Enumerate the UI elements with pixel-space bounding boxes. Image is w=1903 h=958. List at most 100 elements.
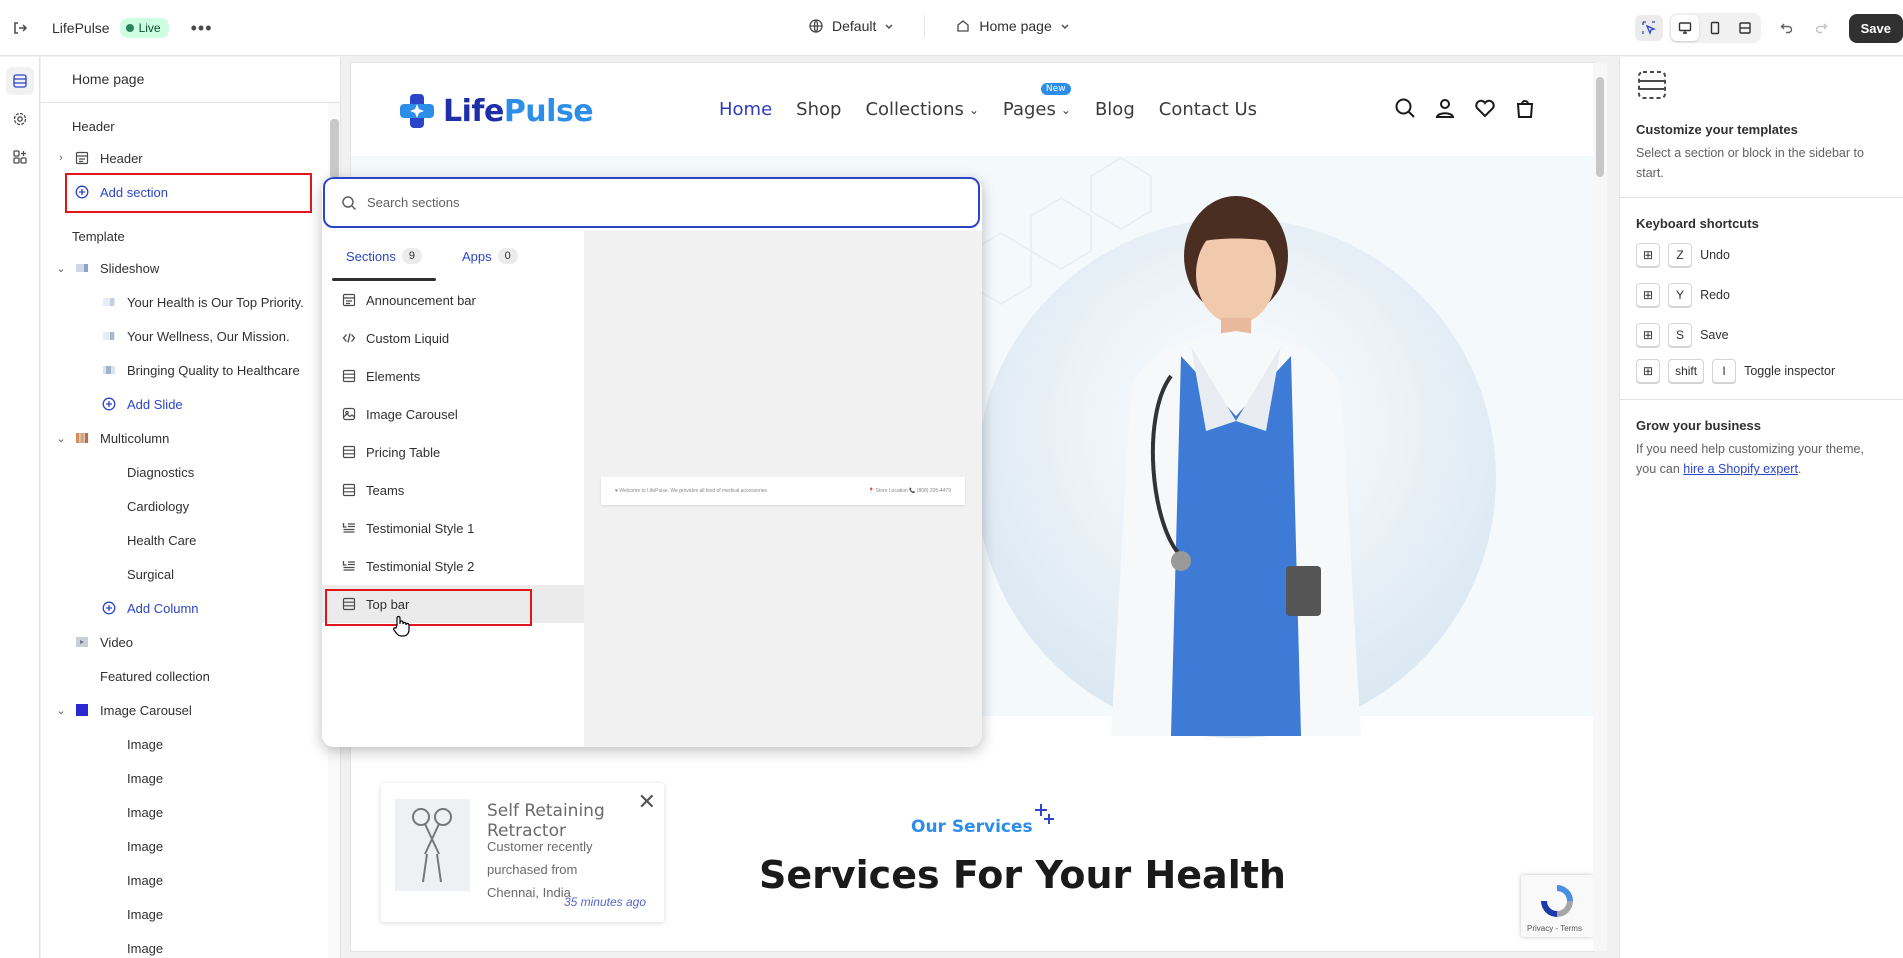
sidebar-item-column[interactable]: Health Care bbox=[41, 523, 340, 557]
command-key-icon: ⊞ bbox=[1636, 323, 1661, 347]
desktop-view-button[interactable] bbox=[1670, 15, 1699, 41]
site-nav: Home Shop Collections ⌄ Pages ⌄ New Blog Co… bbox=[719, 83, 1257, 120]
redo-button[interactable] bbox=[1807, 15, 1835, 41]
section-option-pricing-table[interactable]: Pricing Table bbox=[322, 433, 584, 471]
section-option-announcement-bar[interactable]: Announcement bar bbox=[322, 281, 584, 319]
slide-thumb-icon bbox=[101, 294, 117, 310]
site-logo[interactable]: LifePulse bbox=[397, 91, 594, 131]
sidebar-item-label: Video bbox=[100, 634, 134, 650]
recaptcha-text[interactable]: Privacy - Terms bbox=[1527, 924, 1582, 933]
nav-collections[interactable]: Collections ⌄ bbox=[865, 99, 978, 120]
header-group-label: Header bbox=[72, 118, 115, 134]
fullscreen-icon bbox=[1738, 22, 1751, 34]
sidebar-item-label: Health Care bbox=[127, 532, 197, 548]
chevron-down-icon bbox=[885, 24, 893, 29]
template-group-label: Template bbox=[72, 228, 125, 244]
nav-home[interactable]: Home bbox=[719, 99, 772, 120]
search-icon[interactable] bbox=[1394, 97, 1416, 119]
sidebar-item-multicolumn[interactable]: ⌄ Multicolumn bbox=[41, 421, 340, 455]
preview-scroll-thumb[interactable] bbox=[1596, 77, 1604, 177]
chevron-down-icon[interactable]: ⌄ bbox=[54, 432, 68, 445]
exit-icon[interactable] bbox=[6, 14, 34, 42]
purchase-time: 35 minutes ago bbox=[563, 895, 646, 909]
more-actions-button[interactable]: ••• bbox=[191, 18, 213, 39]
nav-pages[interactable]: Pages ⌄ New bbox=[1003, 83, 1071, 120]
chevron-right-icon[interactable]: › bbox=[54, 152, 68, 164]
section-option-custom-liquid[interactable]: Custom Liquid bbox=[322, 319, 584, 357]
hire-expert-link[interactable]: hire a Shopify expert bbox=[1683, 462, 1798, 476]
sidebar-item-image[interactable]: Image bbox=[41, 761, 340, 795]
tab-sections[interactable]: Sections 9 bbox=[332, 231, 436, 281]
add-column-button[interactable]: Add Column bbox=[41, 591, 340, 625]
sidebar-item-video[interactable]: Video bbox=[41, 625, 340, 659]
apps-rail-button[interactable] bbox=[6, 143, 34, 171]
popover-tabs: Sections 9 Apps 0 bbox=[322, 231, 584, 281]
preview-left-text: ♥ Welcome to LifePulse. We provides all … bbox=[615, 488, 768, 494]
sidebar-item-image[interactable]: Image bbox=[41, 795, 340, 829]
add-slide-button[interactable]: Add Slide bbox=[41, 387, 340, 421]
sidebar-item-slide[interactable]: Your Wellness, Our Mission. bbox=[41, 319, 340, 353]
sidebar-item-image[interactable]: Image bbox=[41, 829, 340, 863]
sidebar-item-column[interactable]: Cardiology bbox=[41, 489, 340, 523]
sidebar-item-label: Your Wellness, Our Mission. bbox=[127, 328, 290, 344]
nav-shop[interactable]: Shop bbox=[796, 99, 841, 120]
chevron-down-icon[interactable]: ⌄ bbox=[54, 262, 68, 275]
store-name: LifePulse bbox=[52, 20, 110, 36]
sidebar-scroll-thumb[interactable] bbox=[330, 119, 339, 179]
sidebar-item-image-carousel[interactable]: ⌄ Image Carousel bbox=[41, 693, 340, 727]
account-icon[interactable] bbox=[1434, 97, 1456, 119]
section-search-box[interactable] bbox=[323, 177, 980, 228]
section-option-elements[interactable]: Elements bbox=[322, 357, 584, 395]
section-list: Sections 9 Apps 0 Announcement bar Custom … bbox=[322, 231, 584, 747]
sidebar-item-image[interactable]: Image bbox=[41, 897, 340, 931]
section-option-testimonial-style-1[interactable]: Testimonial Style 1 bbox=[322, 509, 584, 547]
preview-scrollbar[interactable] bbox=[1593, 63, 1607, 951]
heart-icon[interactable] bbox=[1474, 97, 1496, 119]
fullscreen-view-button[interactable] bbox=[1731, 15, 1759, 41]
tab-sections-label: Sections bbox=[346, 248, 396, 264]
sidebar-item-column[interactable]: Diagnostics bbox=[41, 455, 340, 489]
sidebar-item-label: Header bbox=[100, 150, 143, 166]
sidebar-item-featured-collection[interactable]: Featured collection bbox=[41, 659, 340, 693]
page-select[interactable]: Home page bbox=[947, 14, 1077, 38]
sidebar-item-header[interactable]: › Header bbox=[41, 141, 340, 175]
sidebar-item-column[interactable]: Surgical bbox=[41, 557, 340, 591]
apps-icon bbox=[13, 150, 27, 164]
tab-apps-label: Apps bbox=[462, 248, 492, 264]
shortcut-key: Z bbox=[1668, 243, 1693, 267]
sidebar-item-image[interactable]: Image bbox=[41, 863, 340, 897]
close-icon[interactable]: ✕ bbox=[638, 789, 656, 815]
inspector-toggle-button[interactable] bbox=[1634, 15, 1663, 41]
layout-icon bbox=[342, 483, 356, 497]
undo-button[interactable] bbox=[1773, 15, 1801, 41]
mobile-view-button[interactable] bbox=[1701, 15, 1729, 41]
theme-select[interactable]: Default bbox=[800, 14, 902, 38]
sidebar-item-label: Cardiology bbox=[127, 498, 190, 514]
sidebar-item-label: Image bbox=[127, 770, 164, 786]
hand-cursor-icon bbox=[393, 615, 410, 637]
sidebar-item-slide[interactable]: Your Health is Our Top Priority. bbox=[41, 285, 340, 319]
sidebar-item-slide[interactable]: Bringing Quality to Healthcare bbox=[41, 353, 340, 387]
sidebar-item-image[interactable]: Image bbox=[41, 931, 340, 958]
settings-rail-button[interactable] bbox=[6, 105, 34, 133]
recaptcha-badge[interactable]: Privacy - Terms bbox=[1521, 875, 1593, 937]
list-icon bbox=[342, 523, 355, 533]
sidebar-item-image[interactable]: Image bbox=[41, 727, 340, 761]
save-button[interactable]: Save bbox=[1848, 13, 1903, 43]
nav-blog[interactable]: Blog bbox=[1095, 99, 1135, 120]
section-option-teams[interactable]: Teams bbox=[322, 471, 584, 509]
shortcuts-title: Keyboard shortcuts bbox=[1636, 216, 1759, 231]
section-search-input[interactable] bbox=[367, 195, 927, 210]
section-option-image-carousel[interactable]: Image Carousel bbox=[322, 395, 584, 433]
command-key-icon: ⊞ bbox=[1636, 359, 1661, 383]
cart-icon[interactable] bbox=[1514, 97, 1536, 119]
sidebar-item-label: Multicolumn bbox=[100, 430, 170, 446]
nav-contact[interactable]: Contact Us bbox=[1159, 99, 1257, 120]
sections-rail-button[interactable] bbox=[6, 67, 34, 95]
add-slide-label: Add Slide bbox=[127, 396, 183, 412]
section-option-testimonial-style-2[interactable]: Testimonial Style 2 bbox=[322, 547, 584, 585]
sidebar-item-slideshow[interactable]: ⌄ Slideshow bbox=[41, 251, 340, 285]
tab-apps[interactable]: Apps 0 bbox=[448, 231, 532, 281]
slide-thumb-icon bbox=[101, 328, 117, 344]
chevron-down-icon[interactable]: ⌄ bbox=[54, 704, 68, 717]
